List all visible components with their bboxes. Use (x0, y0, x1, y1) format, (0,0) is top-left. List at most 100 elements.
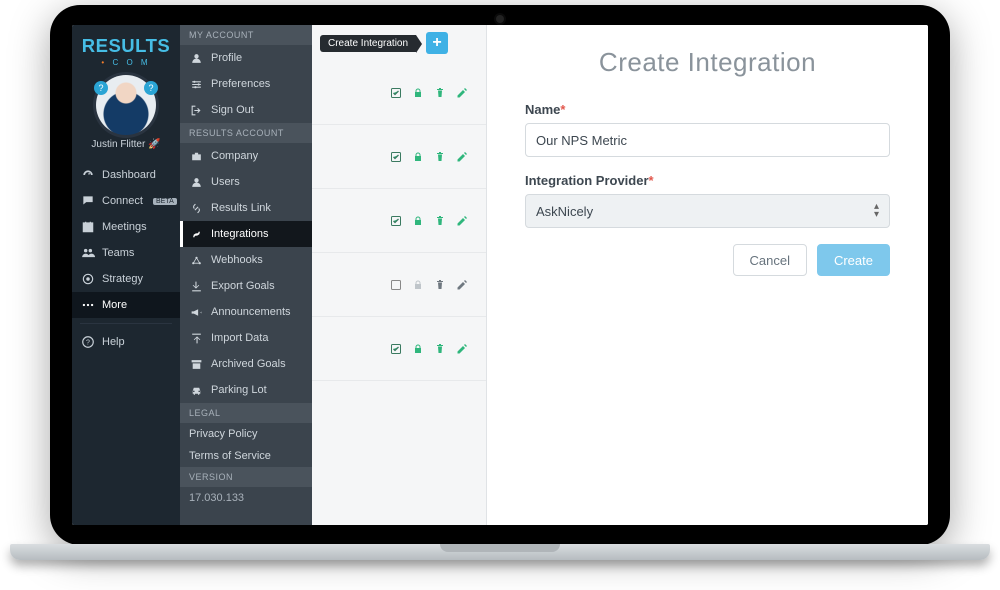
secondary-sidebar: MY ACCOUNT Profile Preferences Sign Out … (180, 25, 312, 525)
integration-row[interactable] (312, 189, 486, 253)
sub-results-link[interactable]: Results Link (180, 195, 312, 221)
laptop-notch (440, 544, 560, 552)
integration-row[interactable] (312, 61, 486, 125)
trash-icon[interactable] (434, 343, 446, 355)
sub-label: Preferences (211, 78, 270, 90)
signout-icon (189, 103, 203, 117)
trash-icon[interactable] (434, 87, 446, 99)
add-integration-button[interactable]: + (426, 32, 448, 54)
checkbox-icon[interactable] (390, 87, 402, 99)
chat-icon (81, 194, 95, 208)
lock-icon[interactable] (412, 279, 424, 291)
required-star: * (649, 173, 654, 188)
sub-parking-lot[interactable]: Parking Lot (180, 377, 312, 403)
webhook-icon (189, 253, 203, 267)
integration-list-panel: Create Integration + (312, 25, 487, 525)
rocket-icon: 🚀 (148, 139, 160, 150)
integration-rows (312, 61, 486, 525)
megaphone-icon (189, 305, 203, 319)
trash-icon[interactable] (434, 279, 446, 291)
sub-preferences[interactable]: Preferences (180, 71, 312, 97)
sub-import-data[interactable]: Import Data (180, 325, 312, 351)
nav-connect[interactable]: Connect BETA (72, 188, 180, 214)
sub-announcements[interactable]: Announcements (180, 299, 312, 325)
edit-icon[interactable] (456, 151, 468, 163)
section-results-account: Company Users Results Link Integrations … (180, 143, 312, 403)
checkbox-icon[interactable] (390, 215, 402, 227)
checkbox-icon[interactable] (390, 279, 402, 291)
nav-help[interactable]: ? Help (72, 329, 180, 355)
sub-label: Sign Out (211, 104, 254, 116)
lock-icon[interactable] (412, 215, 424, 227)
sub-label: Announcements (211, 306, 291, 318)
cancel-button[interactable]: Cancel (733, 244, 807, 276)
nav-meetings[interactable]: Meetings (72, 214, 180, 240)
lock-icon[interactable] (412, 87, 424, 99)
nav-label: Meetings (102, 221, 147, 233)
sub-export-goals[interactable]: Export Goals (180, 273, 312, 299)
chevron-updown-icon: ▴▾ (874, 203, 879, 219)
lock-icon[interactable] (412, 151, 424, 163)
edit-icon[interactable] (456, 87, 468, 99)
car-icon (189, 383, 203, 397)
create-button[interactable]: Create (817, 244, 890, 276)
nav-label: Teams (102, 247, 134, 259)
link-terms[interactable]: Terms of Service (180, 445, 312, 467)
nav-strategy[interactable]: Strategy (72, 266, 180, 292)
section-legal: Privacy Policy Terms of Service (180, 423, 312, 467)
sub-label: Users (211, 176, 240, 188)
calendar-icon (81, 220, 95, 234)
nav-label: More (102, 299, 127, 311)
sub-integrations[interactable]: Integrations (180, 221, 312, 247)
sub-profile[interactable]: Profile (180, 45, 312, 71)
edit-icon[interactable] (456, 215, 468, 227)
create-integration-pill: Create Integration (320, 35, 416, 52)
plus-icon: + (432, 34, 441, 52)
archive-icon (189, 357, 203, 371)
link-privacy[interactable]: Privacy Policy (180, 423, 312, 445)
sub-label: Integrations (211, 228, 268, 240)
section-header-legal: LEGAL (180, 403, 312, 423)
input-name[interactable] (525, 123, 890, 157)
primary-nav: Dashboard Connect BETA Meetings (72, 162, 180, 355)
sub-company[interactable]: Company (180, 143, 312, 169)
field-name: Name* (525, 102, 890, 157)
sub-archived-goals[interactable]: Archived Goals (180, 351, 312, 377)
lock-icon[interactable] (412, 343, 424, 355)
primary-sidebar: RESULTS • C O M Justin Flitter 🚀 (72, 25, 180, 525)
sub-label: Import Data (211, 332, 268, 344)
page-title: Create Integration (525, 47, 890, 78)
screen: RESULTS • C O M Justin Flitter 🚀 (72, 25, 928, 525)
laptop-frame: RESULTS • C O M Justin Flitter 🚀 (50, 5, 950, 545)
sub-label: Archived Goals (211, 358, 286, 370)
label-provider: Integration Provider* (525, 173, 890, 188)
sub-signout[interactable]: Sign Out (180, 97, 312, 123)
nav-dashboard[interactable]: Dashboard (72, 162, 180, 188)
integration-row[interactable] (312, 125, 486, 189)
sub-users[interactable]: Users (180, 169, 312, 195)
integration-row[interactable] (312, 317, 486, 381)
sub-label: Profile (211, 52, 242, 64)
sub-webhooks[interactable]: Webhooks (180, 247, 312, 273)
edit-icon[interactable] (456, 343, 468, 355)
nav-separator (80, 323, 172, 324)
link-icon (189, 201, 203, 215)
nav-label: Strategy (102, 273, 143, 285)
label-name: Name* (525, 102, 890, 117)
trash-icon[interactable] (434, 215, 446, 227)
trash-icon[interactable] (434, 151, 446, 163)
list-header: Create Integration + (312, 25, 486, 61)
user-avatar[interactable] (96, 75, 156, 135)
integration-row[interactable] (312, 253, 486, 317)
help-icon: ? (81, 335, 95, 349)
checkbox-icon[interactable] (390, 151, 402, 163)
avatar-block[interactable]: Justin Flitter 🚀 (72, 69, 180, 154)
nav-teams[interactable]: Teams (72, 240, 180, 266)
select-provider[interactable]: AskNicely ▴▾ (525, 194, 890, 228)
user-name: Justin Flitter 🚀 (72, 139, 180, 150)
nav-label: Connect (102, 195, 143, 207)
integrations-icon (189, 227, 203, 241)
checkbox-icon[interactable] (390, 343, 402, 355)
nav-more[interactable]: More (72, 292, 180, 318)
edit-icon[interactable] (456, 279, 468, 291)
